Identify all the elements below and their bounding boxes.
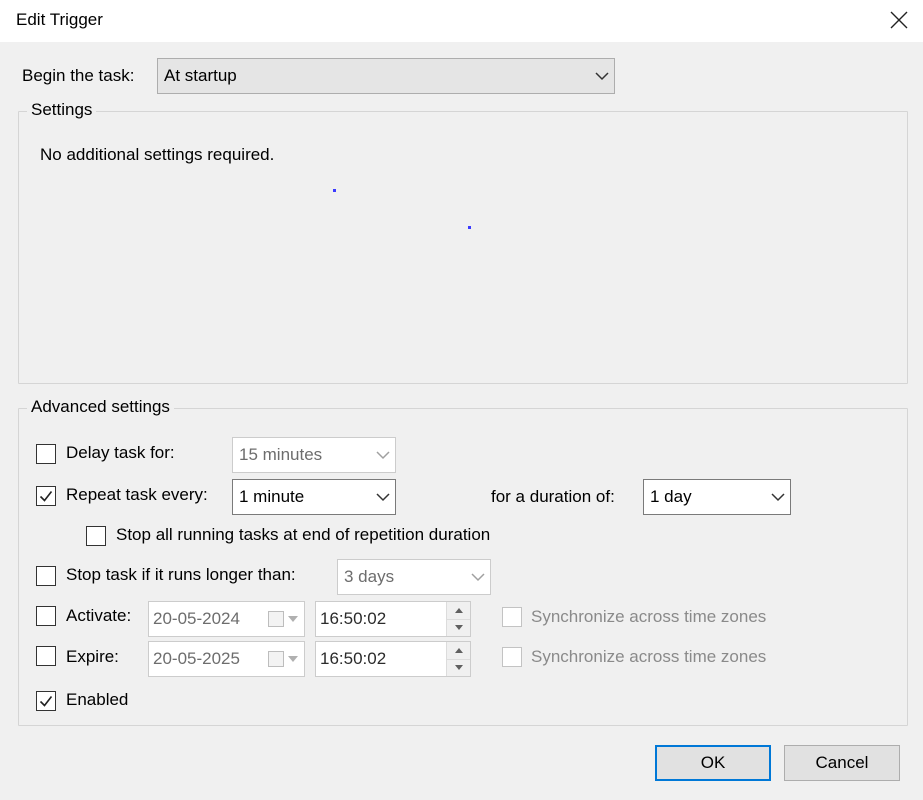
spin-up-icon [454, 607, 463, 613]
stop-task-longer-checkbox[interactable] [36, 566, 56, 586]
chevron-down-icon [466, 560, 490, 594]
expire-checkbox[interactable] [36, 646, 56, 666]
expire-time-value: 16:50:02 [320, 649, 387, 668]
duration-value: 1 day [650, 487, 692, 506]
stray-pixel [333, 189, 336, 192]
spin-down-icon [454, 665, 463, 671]
chevron-down-icon [371, 480, 395, 514]
close-button[interactable] [880, 4, 918, 36]
stop-running-tasks-label: Stop all running tasks at end of repetit… [116, 525, 491, 544]
chevron-down-icon [286, 656, 300, 662]
stray-pixel [468, 226, 471, 229]
stop-task-longer-label: Stop task if it runs longer than: [66, 565, 296, 584]
delay-task-checkbox[interactable] [36, 444, 56, 464]
stop-task-longer-dropdown[interactable]: 3 days [337, 559, 491, 595]
expire-time-spinner[interactable]: 16:50:02 [315, 641, 471, 677]
settings-group-label: Settings [27, 100, 97, 120]
cancel-button[interactable]: Cancel [784, 745, 900, 781]
calendar-icon [268, 651, 284, 667]
chevron-down-icon [766, 480, 790, 514]
chevron-down-icon [590, 59, 614, 93]
close-icon [890, 11, 908, 29]
expire-sync-label: Synchronize across time zones [531, 647, 767, 666]
spin-down-icon [454, 625, 463, 631]
ok-button[interactable]: OK [655, 745, 771, 781]
spin-up-button[interactable] [447, 602, 470, 620]
spin-up-button[interactable] [447, 642, 470, 660]
repeat-interval-dropdown[interactable]: 1 minute [232, 479, 396, 515]
activate-label: Activate: [66, 606, 132, 625]
checkmark-icon [39, 696, 53, 707]
enabled-checkbox[interactable] [36, 691, 56, 711]
delay-task-value: 15 minutes [239, 445, 323, 464]
delay-task-dropdown[interactable]: 15 minutes [232, 437, 396, 473]
window-title: Edit Trigger [16, 10, 103, 29]
duration-dropdown[interactable]: 1 day [643, 479, 791, 515]
activate-date-value: 20-05-2024 [153, 609, 240, 628]
chevron-down-icon [286, 616, 300, 622]
stop-task-longer-value: 3 days [344, 567, 395, 586]
repeat-task-checkbox[interactable] [36, 486, 56, 506]
begin-task-value: At startup [164, 66, 237, 85]
begin-task-dropdown[interactable]: At startup [157, 58, 615, 94]
stop-running-tasks-checkbox[interactable] [86, 526, 106, 546]
checkmark-icon [39, 491, 53, 502]
enabled-label: Enabled [66, 690, 129, 709]
title-bar: Edit Trigger [0, 0, 923, 42]
calendar-icon [268, 611, 284, 627]
activate-date-picker[interactable]: 20-05-2024 [148, 601, 305, 637]
activate-sync-checkbox[interactable] [502, 607, 522, 627]
repeat-interval-value: 1 minute [239, 487, 305, 506]
expire-date-picker[interactable]: 20-05-2025 [148, 641, 305, 677]
activate-time-spinner[interactable]: 16:50:02 [315, 601, 471, 637]
delay-task-label: Delay task for: [66, 443, 175, 462]
begin-task-label: Begin the task: [22, 66, 135, 85]
duration-label: for a duration of: [491, 487, 615, 506]
expire-sync-checkbox[interactable] [502, 647, 522, 667]
spin-up-icon [454, 647, 463, 653]
activate-checkbox[interactable] [36, 606, 56, 626]
expire-label: Expire: [66, 647, 119, 666]
spin-buttons [446, 602, 470, 636]
chevron-down-icon [371, 438, 395, 472]
spin-down-button[interactable] [447, 619, 470, 636]
advanced-settings-group-label: Advanced settings [27, 397, 174, 417]
activate-time-value: 16:50:02 [320, 609, 387, 628]
spin-buttons [446, 642, 470, 676]
expire-date-value: 20-05-2025 [153, 649, 240, 668]
settings-message: No additional settings required. [40, 145, 275, 164]
spin-down-button[interactable] [447, 659, 470, 676]
activate-sync-label: Synchronize across time zones [531, 607, 767, 626]
repeat-task-label: Repeat task every: [66, 485, 208, 504]
